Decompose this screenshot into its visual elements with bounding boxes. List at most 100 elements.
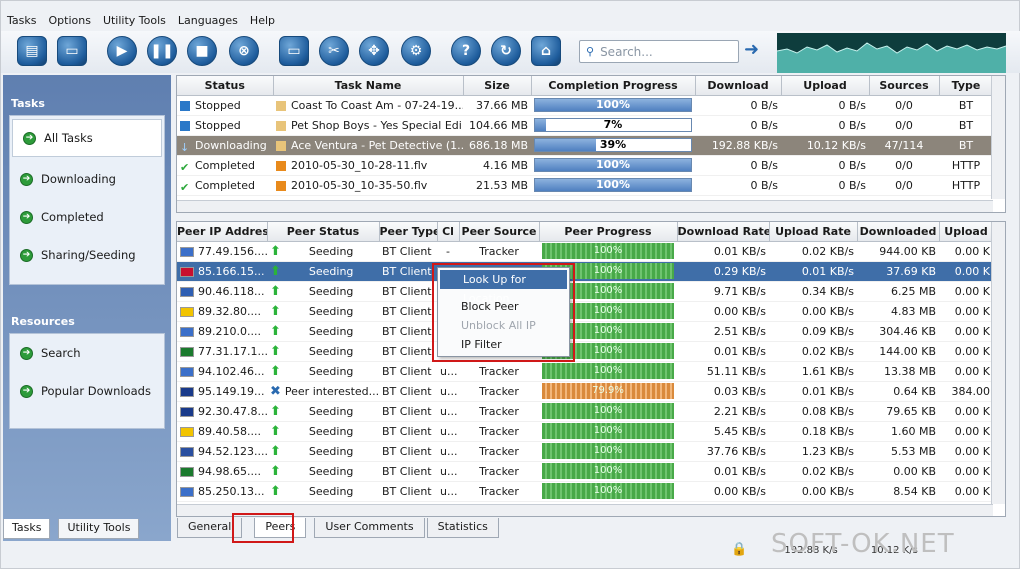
column-header[interactable]: Cl (437, 222, 460, 242)
fullscreen-icon[interactable]: ✥ (359, 36, 389, 66)
task-row[interactable]: Stopped Pet Shop Boys - Yes Special Edi..… (177, 115, 993, 136)
column-header[interactable]: Sources (869, 76, 940, 96)
checkmark-icon: ✔ (180, 180, 190, 194)
country-flag-icon (180, 486, 194, 497)
sidebar-item-search[interactable]: ➔ Search (10, 334, 164, 372)
peer-row[interactable]: 94.52.123.... ⬆ Seeding BT Client u... Tracke… (177, 441, 993, 462)
menu-help[interactable]: Help (250, 14, 275, 27)
country-flag-icon (180, 366, 194, 377)
peers-horizontal-scrollbar[interactable] (177, 504, 993, 516)
peer-uploaded: 0.00 K (939, 261, 993, 282)
peer-row[interactable]: 77.31.17.1... ⬆ Seeding BT Client 100% 0.01 K… (177, 341, 993, 362)
column-header[interactable]: Size (463, 76, 532, 96)
peer-row[interactable]: 92.30.47.8... ⬆ Seeding BT Client u... Tracke… (177, 401, 993, 422)
search-box[interactable]: ⚲ Search... (579, 40, 739, 63)
sidebar-item-completed[interactable]: ➔ Completed (10, 198, 164, 236)
sidebar-item-sharing-seeding[interactable]: ➔ Sharing/Seeding (10, 236, 164, 274)
column-header[interactable]: Status (177, 76, 274, 96)
sidebar-item-downloading[interactable]: ➔ Downloading (10, 160, 164, 198)
peer-row[interactable]: 89.40.58.... ⬆ Seeding BT Client u... Tracker… (177, 421, 993, 442)
country-flag-icon (180, 406, 194, 417)
peers-vertical-scrollbar[interactable] (991, 222, 1005, 504)
column-header[interactable]: Peer IP Address (177, 222, 268, 242)
refresh-icon[interactable]: ↻ (491, 36, 521, 66)
peer-ip: 94.98.65.... (177, 461, 267, 482)
folder-icon[interactable]: ▭ (279, 36, 309, 66)
peer-progress: 100% (539, 461, 677, 482)
peer-ip: 77.31.17.1... (177, 341, 267, 362)
peer-uploaded: 0.00 K (939, 301, 993, 322)
menu-options[interactable]: Options (48, 14, 90, 27)
peer-status-text: Peer interested... (284, 384, 379, 398)
tools-icon[interactable]: ✂ (319, 36, 349, 66)
tasks-horizontal-scrollbar[interactable] (177, 200, 993, 212)
menu-tasks[interactable]: Tasks (7, 14, 36, 27)
task-filter-list: ➔ All Tasks ➔ Downloading ➔ Completed ➔ … (9, 115, 165, 285)
upload-arrow-icon: ⬆ (270, 323, 281, 339)
column-header[interactable]: Upload (939, 222, 994, 242)
tab-tasks[interactable]: Tasks (3, 519, 51, 539)
peer-row[interactable]: 90.46.118... ⬆ Seeding BT Client 100% 9.71 KB… (177, 281, 993, 302)
column-header[interactable]: Peer Status (267, 222, 380, 242)
peer-type: BT Client (379, 381, 437, 402)
column-header[interactable]: Peer Source (459, 222, 540, 242)
open-folder-icon[interactable]: ▭ (57, 36, 87, 66)
peer-row[interactable]: 89.32.80.... ⬆ Seeding BT Client 100% 0.00 KB… (177, 301, 993, 322)
column-header[interactable]: Task Name (273, 76, 464, 96)
peer-status: ⬆ Seeding (267, 461, 379, 482)
peer-row[interactable]: 85.166.15... ⬆ Seeding BT Client 100% 0.29 KB… (177, 261, 993, 282)
stop-icon[interactable]: ■ (187, 36, 217, 66)
help-icon[interactable]: ? (451, 36, 481, 66)
menu-languages[interactable]: Languages (178, 14, 238, 27)
pause-icon[interactable]: ❚❚ (147, 36, 177, 66)
cross-icon: ✖ (270, 383, 281, 399)
tasks-vertical-scrollbar[interactable] (991, 76, 1005, 199)
settings-gear-icon[interactable]: ⚙ (401, 36, 431, 66)
peer-row[interactable]: 94.98.65.... ⬆ Seeding BT Client u... Tracker… (177, 461, 993, 482)
column-header[interactable]: Downloaded (857, 222, 940, 242)
sidebar-item-popular-downloads[interactable]: ➔ Popular Downloads (10, 372, 164, 410)
column-header[interactable]: Upload (781, 76, 870, 96)
task-row[interactable]: Stopped Coast To Coast Am - 07-24-19... 37… (177, 95, 993, 116)
peer-type: BT Client (379, 301, 437, 322)
peer-upload-rate: 0.18 KB/s (769, 421, 857, 442)
peer-status-text: Seeding (308, 444, 354, 458)
column-header[interactable]: Peer Type (379, 222, 438, 242)
tab-user-comments[interactable]: User Comments (314, 518, 425, 538)
column-header[interactable]: Peer Progress (539, 222, 678, 242)
delete-icon[interactable]: ⊗ (229, 36, 259, 66)
peer-status-text: Seeding (308, 264, 354, 278)
menu-utility-tools[interactable]: Utility Tools (103, 14, 166, 27)
column-header[interactable]: Download Rate (677, 222, 770, 242)
peer-row[interactable]: 77.49.156.... ⬆ Seeding BT Client - Tracker 10… (177, 241, 993, 262)
peer-type: BT Client (379, 341, 437, 362)
peer-ip: 85.250.13... (177, 481, 267, 502)
peer-download-rate: 0.03 KB/s (677, 381, 769, 402)
home-icon[interactable]: ⌂ (531, 36, 561, 66)
new-task-icon[interactable]: ▤ (17, 36, 47, 66)
peer-row[interactable]: 94.102.46... ⬆ Seeding BT Client u... Tracker… (177, 361, 993, 382)
column-header[interactable]: Type (939, 76, 994, 96)
task-size: 21.53 MB (463, 175, 531, 196)
tab-utility-tools[interactable]: Utility Tools (58, 519, 140, 539)
arrow-right-icon: ➔ (20, 346, 33, 360)
start-icon[interactable]: ▶ (107, 36, 137, 66)
task-row[interactable]: ↓ Downloading Ace Ventura - Pet Detective … (177, 135, 993, 156)
peer-row[interactable]: 89.210.0.... ⬆ Seeding BT Client 100% 2.51 KB… (177, 321, 993, 342)
column-header[interactable]: Download (695, 76, 782, 96)
sidebar-item-all-tasks[interactable]: ➔ All Tasks (12, 119, 162, 157)
column-header[interactable]: Upload Rate (769, 222, 858, 242)
arrow-right-icon: ➔ (20, 384, 33, 398)
peer-progress-bar: 100% (542, 463, 674, 479)
sidebar-item-label: Sharing/Seeding (41, 248, 136, 262)
peer-status-text: Seeding (308, 464, 354, 478)
peer-row[interactable]: 85.250.13... ⬆ Seeding BT Client u... Tracker… (177, 481, 993, 502)
task-row[interactable]: ✔ Completed 2010-05-30_10-35-50.flv 21.53 M… (177, 175, 993, 196)
search-input[interactable]: Search... (600, 45, 653, 59)
search-go-arrow-icon[interactable]: ➜ (744, 39, 759, 60)
column-header[interactable]: Completion Progress (531, 76, 696, 96)
peer-client: u... (437, 381, 459, 402)
peer-row[interactable]: 95.149.19... ✖ Peer interested... BT Client… (177, 381, 993, 402)
tab-statistics[interactable]: Statistics (426, 518, 499, 538)
task-row[interactable]: ✔ Completed 2010-05-30_10-28-11.flv 4.16 MB… (177, 155, 993, 176)
